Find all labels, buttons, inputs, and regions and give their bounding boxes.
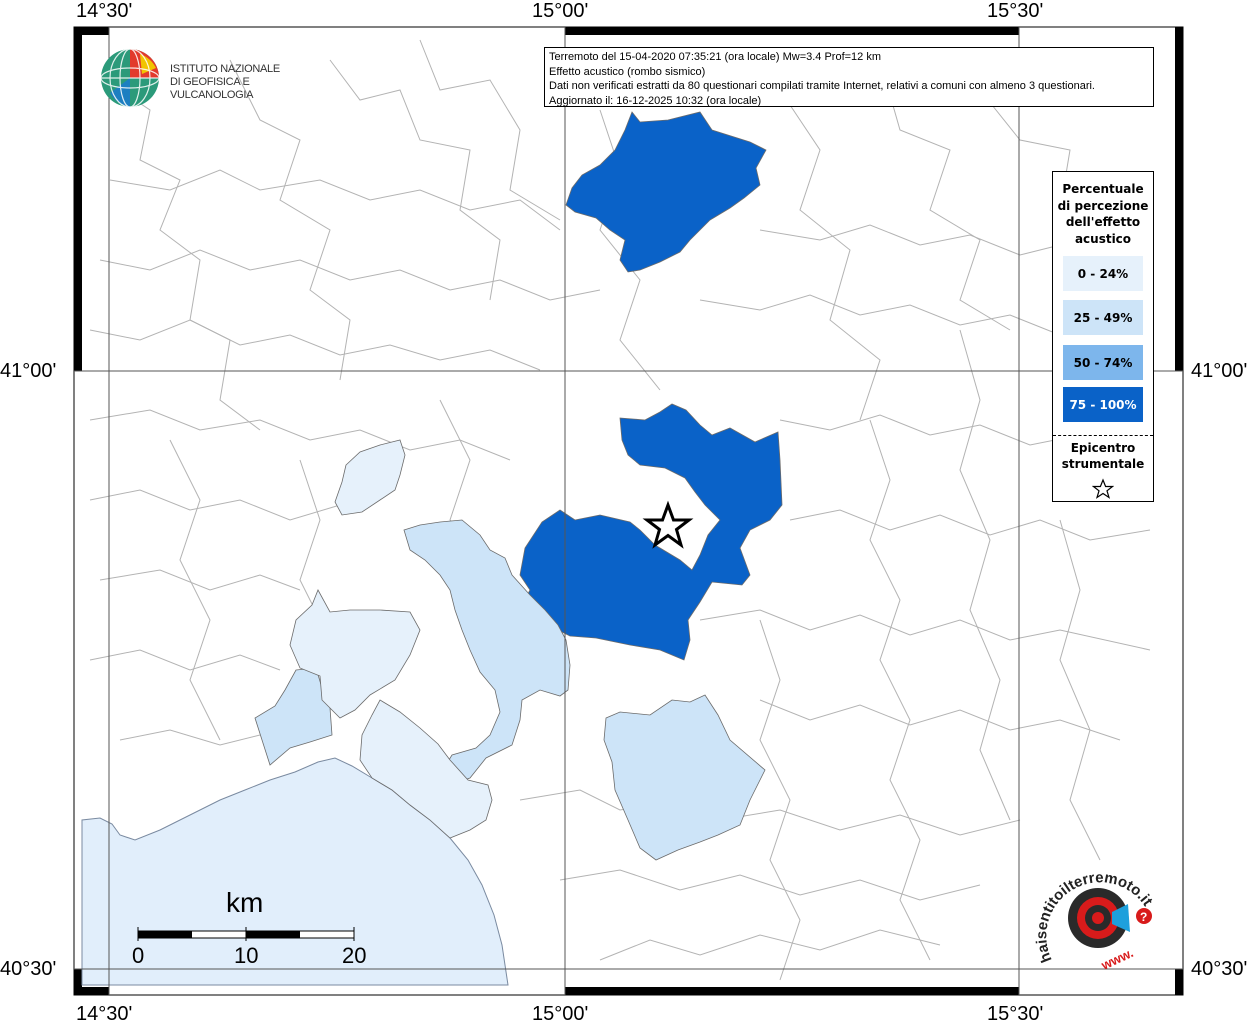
earthquake-info-box: Terremoto del 15-04-2020 07:35:21 (ora l… <box>544 47 1154 107</box>
lon-label-bottom-1: 14°30' <box>76 1003 133 1025</box>
lat-label-left-1: 41°00' <box>0 360 57 382</box>
info-line-updated: Aggiornato il: 16-12-2025 10:32 (ora loc… <box>549 94 762 107</box>
lon-label-top-3: 15°30' <box>987 0 1044 22</box>
legend-epicenter-line: Epicentro <box>1070 441 1136 455</box>
legend: Percentuale di percezione dell'effetto a… <box>1052 171 1154 502</box>
legend-class-0-24: 0 - 24% <box>1063 256 1143 291</box>
lon-label-top-1: 14°30' <box>76 0 133 22</box>
svg-text:?: ? <box>1140 910 1147 924</box>
scale-tick-0: 0 <box>132 943 145 968</box>
lon-label-top-2: 15°00' <box>532 0 589 22</box>
legend-title-line: Percentuale <box>1062 182 1144 196</box>
ingv-logo: ISTITUTO NAZIONALE DI GEOFISICA E VULCAN… <box>100 48 320 108</box>
legend-epicenter-title: Epicentro strumentale <box>1053 440 1153 472</box>
legend-class-50-74: 50 - 74% <box>1063 345 1143 380</box>
ingv-logo-text: ISTITUTO NAZIONALE DI GEOFISICA E VULCAN… <box>170 63 320 102</box>
hai-sentito-logo-prefix: www. <box>1098 945 1136 973</box>
ingv-logo-line1: ISTITUTO NAZIONALE <box>170 63 280 75</box>
hai-sentito-logo-icon: haisentitoilterremoto.it ? www. <box>1033 869 1156 973</box>
legend-epicenter-line: strumentale <box>1061 457 1145 471</box>
info-line-event: Terremoto del 15-04-2020 07:35:21 (ora l… <box>549 51 882 63</box>
star-icon <box>1092 478 1114 499</box>
lon-label-bottom-3: 15°30' <box>987 1003 1044 1025</box>
lat-label-right-1: 41°00' <box>1191 360 1248 382</box>
ingv-logo-line2: DI GEOFISICA E VULCANOLOGIA <box>170 76 254 101</box>
scale-unit: km <box>226 887 264 918</box>
lon-label-bottom-2: 15°00' <box>532 1003 589 1025</box>
lat-label-left-2: 40°30' <box>0 958 57 980</box>
hai-sentito-logo: haisentitoilterremoto.it ? www. <box>1030 860 1170 980</box>
ingv-globe-icon <box>100 48 160 108</box>
legend-class-75-100: 75 - 100% <box>1063 387 1143 422</box>
legend-title-line: di percezione <box>1057 198 1149 213</box>
lat-label-right-2: 40°30' <box>1191 958 1248 980</box>
info-line-effect: Effetto acustico (rombo sismico) <box>549 65 706 78</box>
legend-class-25-49: 25 - 49% <box>1063 300 1143 335</box>
legend-separator <box>1053 435 1153 436</box>
scale-tick-20: 20 <box>342 943 367 968</box>
scale-tick-10: 10 <box>234 943 259 968</box>
legend-title-line: acustico <box>1074 231 1132 246</box>
info-line-data-note: Dati non verificati estratti da 80 quest… <box>549 80 1095 92</box>
legend-title: Percentuale di percezione dell'effetto a… <box>1053 181 1153 247</box>
legend-title-line: dell'effetto <box>1065 215 1141 229</box>
scale-bar: km 0 10 20 <box>130 885 380 970</box>
